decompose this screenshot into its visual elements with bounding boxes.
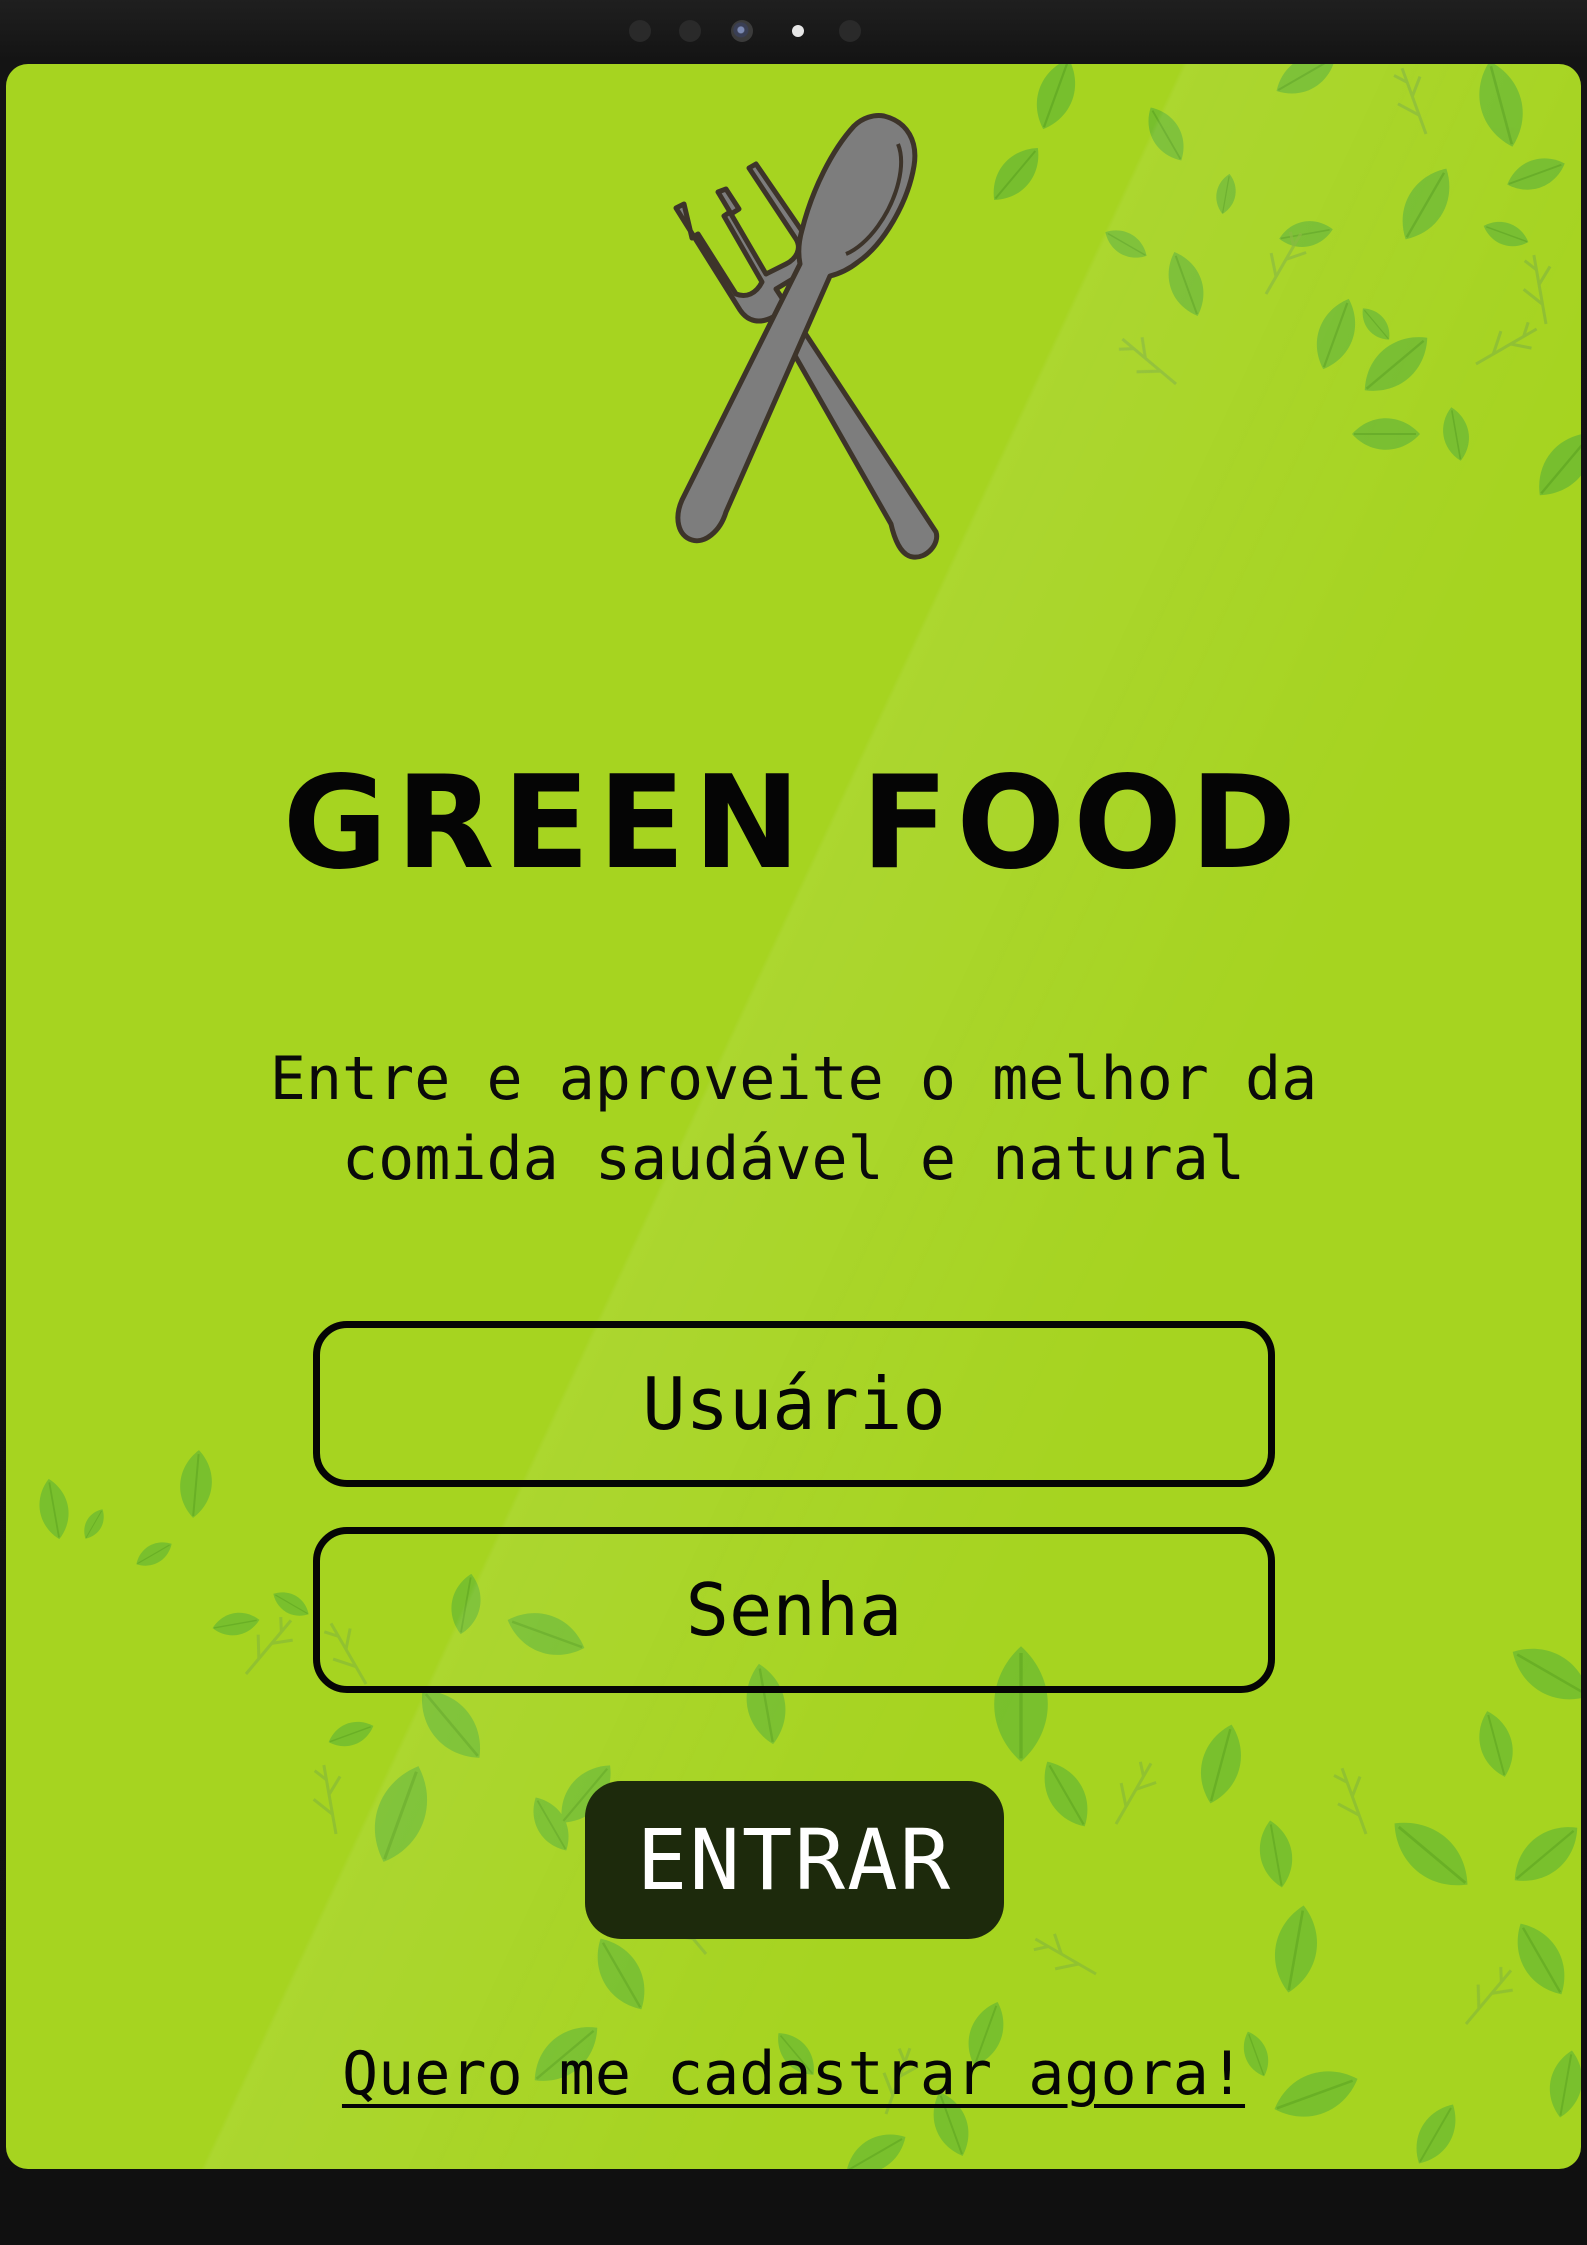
app-title: GREEN FOOD — [282, 749, 1305, 898]
tagline: Entre e aproveite o melhor da comida sau… — [269, 1044, 1318, 1194]
password-input[interactable] — [313, 1527, 1275, 1693]
camera-light-icon — [792, 25, 804, 37]
username-input[interactable] — [313, 1321, 1275, 1487]
sensor-dot — [839, 20, 861, 42]
login-button[interactable]: ENTRAR — [585, 1781, 1004, 1939]
signup-link[interactable]: Quero me cadastrar agora! — [6, 2039, 1581, 2109]
fork-and-spoon-icon — [673, 113, 940, 560]
tablet-frame: GREEN FOOD Entre e aproveite o melhor da… — [0, 0, 1587, 2245]
sensor-dot — [629, 20, 651, 42]
sensor-dot — [679, 20, 701, 42]
camera-bar — [0, 0, 1587, 64]
app-screen: GREEN FOOD Entre e aproveite o melhor da… — [6, 64, 1581, 2169]
camera-lens-icon — [731, 20, 753, 42]
